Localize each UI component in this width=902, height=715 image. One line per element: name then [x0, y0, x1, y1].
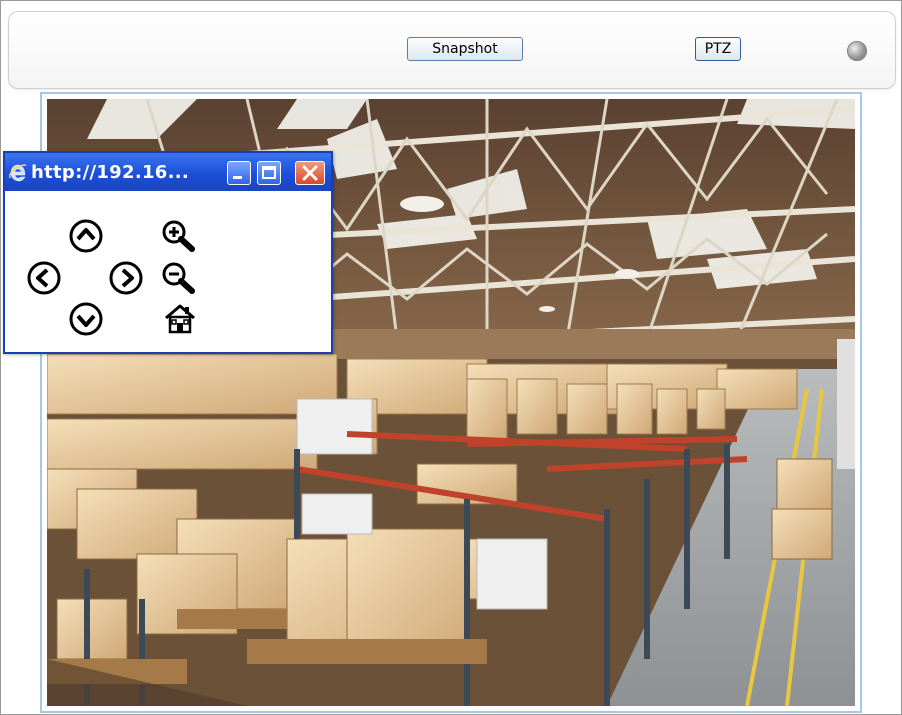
status-led-icon	[847, 41, 867, 61]
ptz-window-title: http://192.16...	[31, 162, 190, 183]
ptz-controls	[5, 191, 331, 352]
zoom-in-icon[interactable]	[161, 219, 197, 253]
ptz-titlebar[interactable]: http://192.16...	[5, 153, 331, 191]
close-button[interactable]	[295, 161, 325, 185]
maximize-icon	[262, 166, 276, 179]
ptz-button[interactable]: PTZ	[695, 37, 741, 61]
arrow-down-icon[interactable]	[69, 302, 103, 336]
arrow-left-icon[interactable]	[27, 261, 61, 295]
maximize-button[interactable]	[257, 161, 281, 185]
minimize-icon	[233, 176, 242, 179]
ptz-popup-window[interactable]: http://192.16...	[3, 151, 333, 354]
page-frame: Snapshot PTZ http://192.16...	[0, 0, 902, 715]
ie-browser-icon	[9, 164, 27, 182]
minimize-button[interactable]	[227, 161, 251, 185]
camera-toolbar: Snapshot PTZ	[8, 11, 896, 89]
close-icon	[302, 165, 318, 181]
home-icon[interactable]	[163, 302, 197, 336]
snapshot-button[interactable]: Snapshot	[407, 37, 523, 61]
arrow-right-icon[interactable]	[109, 261, 143, 295]
arrow-up-icon[interactable]	[69, 219, 103, 253]
zoom-out-icon[interactable]	[161, 261, 197, 295]
